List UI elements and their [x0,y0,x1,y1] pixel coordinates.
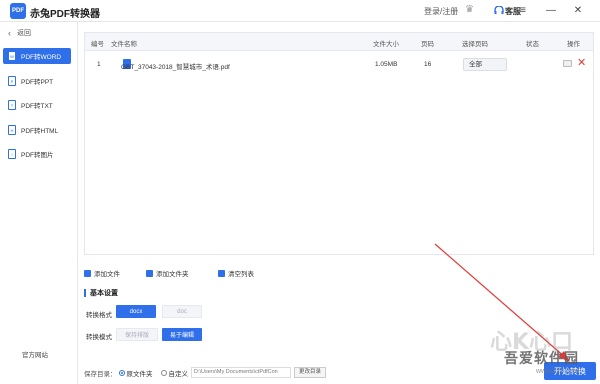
radio-custom-folder[interactable] [160,370,167,376]
basic-settings-title: 基本设置 [84,288,118,298]
table-header: 编号 文件名称 文件大小 页码 选择页码 状态 操作 [85,33,593,51]
file-table: 编号 文件名称 文件大小 页码 选择页码 状态 操作 1 GBT_37043-2… [84,32,594,255]
mode-label: 转换模式 [86,334,112,341]
save-path-field[interactable]: D:\Users\My Documents\ctPdfCon [191,367,291,378]
add-folder-button[interactable]: 添加文件夹 [146,268,189,278]
sidebar-item-label: PDF转HTML [21,128,59,135]
ppt-icon: P [8,76,16,86]
add-file-label: 添加文件 [94,271,120,278]
row-file-size: 1.05MB [375,61,398,68]
chevron-left-icon: ‹ [8,28,11,38]
back-label: 返回 [17,30,31,37]
clear-list-icon [218,269,225,277]
header-name: 文件名称 [111,41,137,48]
header-action: 操作 [567,41,580,48]
watermark-url: www.52z.com [536,368,580,375]
format-option-doc[interactable]: doc [162,305,202,318]
add-folder-icon [146,269,153,277]
crown-icon[interactable]: ♛ [465,4,474,15]
sidebar-item-label: PDF转图片 [21,152,54,159]
add-file-button[interactable]: 添加文件 [84,268,120,278]
row-file-name: GBT_37043-2018_智慧城市_术语.pdf [121,64,230,71]
minimize-icon[interactable]: — [544,3,558,17]
sidebar-item-label: PDF转TXT [21,103,53,110]
format-label: 转换格式 [86,312,112,319]
custom-folder-label[interactable]: 自定义 [169,368,189,378]
section-marker [84,289,86,297]
close-icon[interactable]: ✕ [571,3,585,17]
sidebar-item-pdf-to-word[interactable]: W PDF转WORD [3,48,71,64]
delete-icon[interactable]: ✕ [577,56,586,69]
add-file-icon [84,269,91,277]
sidebar-item-pdf-to-ppt[interactable]: P PDF转PPT [3,73,71,89]
header-range: 选择页码 [462,41,488,48]
change-directory-button[interactable]: 更改目录 [294,367,326,378]
sidebar-item-pdf-to-image[interactable]: I PDF转图片 [3,146,71,162]
radio-original-folder[interactable] [118,370,125,376]
header-size: 文件大小 [373,41,399,48]
app-logo: PDF [10,3,26,19]
header-pages: 页码 [421,41,434,48]
clear-list-label: 清空列表 [228,271,254,278]
sidebar-item-label: PDF转PPT [21,79,54,86]
clear-list-button[interactable]: 清空列表 [218,268,254,278]
image-icon: I [8,149,16,159]
mode-option-easy-edit[interactable]: 易于编辑 [162,328,202,341]
folder-icon[interactable] [563,60,572,67]
watermark-text: 吾爱软件园 [504,350,579,366]
sidebar-item-pdf-to-txt[interactable]: T PDF转TXT [3,97,71,113]
add-folder-label: 添加文件夹 [156,271,189,278]
official-site-link[interactable]: 官方网站 [22,349,48,359]
save-directory-row: 保存目录： 原文件夹 自定义 [84,368,188,378]
table-row[interactable]: 1 GBT_37043-2018_智慧城市_术语.pdf 1.05MB 16 全… [85,53,593,77]
header-status: 状态 [526,41,539,48]
format-option-docx[interactable]: docx [116,305,156,318]
sidebar: ‹ 返回 W PDF转WORD P PDF转PPT T PDF转TXT H PD… [0,22,78,384]
menu-icon[interactable]: ≡ [516,3,530,17]
sidebar-item-label: PDF转WORD [21,54,62,61]
app-title: 赤兔PDF转换器 [30,9,100,20]
word-icon: W [8,51,16,61]
basic-settings-label: 基本设置 [90,290,118,297]
row-index: 1 [97,61,101,68]
header-index: 编号 [91,41,104,48]
login-link[interactable]: 登录/注册 [424,6,458,17]
original-folder-label[interactable]: 原文件夹 [127,368,153,378]
save-label: 保存目录： [84,371,117,378]
sidebar-item-pdf-to-html[interactable]: H PDF转HTML [3,122,71,138]
title-bar: PDF 赤兔PDF转换器 登录/注册 ♛ 客服 ≡ — ✕ [0,0,600,22]
txt-icon: T [8,100,16,110]
page-range-select[interactable]: 全部 [463,58,507,71]
html-icon: H [8,125,16,135]
back-button[interactable]: ‹ 返回 [8,28,31,38]
headset-icon[interactable] [494,6,504,15]
mode-option-keep-layout[interactable]: 保持排版 [116,328,158,341]
row-page-count: 16 [424,61,432,68]
